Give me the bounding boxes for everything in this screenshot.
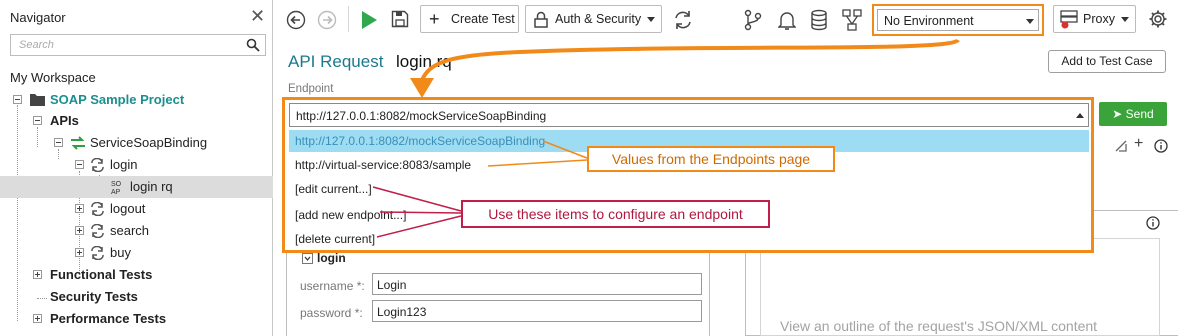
callout-leader <box>376 215 462 238</box>
callout-leader <box>379 211 462 214</box>
arrow-head <box>410 78 434 98</box>
callout-leader <box>372 186 462 212</box>
callout-configure-endpoint: Use these items to configure an endpoint <box>461 200 770 228</box>
callout-leader <box>542 140 588 159</box>
callout-endpoints-values: Values from the Endpoints page <box>587 146 835 172</box>
environment-arrow <box>420 38 960 81</box>
callout-leader <box>487 159 588 167</box>
